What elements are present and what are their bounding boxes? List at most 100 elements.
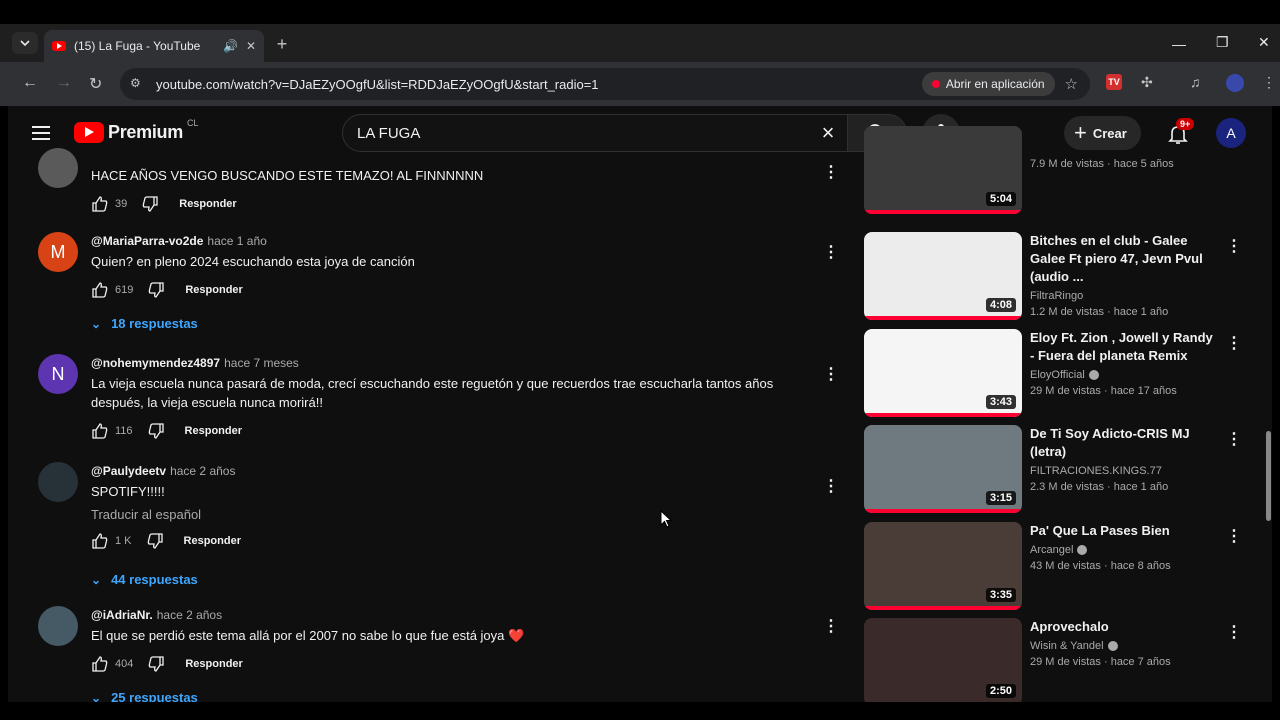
page-scrollbar[interactable] bbox=[1264, 106, 1272, 702]
like-icon[interactable] bbox=[91, 281, 109, 299]
video-title[interactable]: Bitches en el club - Galee Galee Ft pier… bbox=[1030, 232, 1220, 286]
video-thumbnail[interactable]: 3:35 bbox=[864, 522, 1022, 610]
video-thumbnail[interactable]: 3:15 bbox=[864, 425, 1022, 513]
extensions-puzzle-icon[interactable]: ✣ bbox=[1141, 74, 1153, 91]
comment-more-icon[interactable]: ⋮ bbox=[823, 162, 839, 182]
reply-button[interactable]: Responder bbox=[184, 535, 241, 547]
site-info-icon[interactable]: ⚙ bbox=[130, 76, 146, 92]
comment-more-icon[interactable]: ⋮ bbox=[823, 364, 839, 384]
comment-more-icon[interactable]: ⋮ bbox=[823, 242, 839, 262]
reply-button[interactable]: Responder bbox=[185, 425, 242, 437]
search-input[interactable]: LA FUGA × bbox=[342, 114, 848, 152]
channel-name[interactable]: FILTRACIONES.KINGS.77 bbox=[1030, 465, 1220, 477]
reply-button[interactable]: Responder bbox=[185, 284, 242, 296]
browser-tab[interactable]: (15) La Fuga - YouTube 🔊 ✕ bbox=[44, 30, 264, 62]
dislike-icon[interactable] bbox=[147, 422, 165, 440]
open-in-app-button[interactable]: Abrir en aplicación bbox=[921, 72, 1055, 96]
search-query[interactable]: LA FUGA bbox=[357, 125, 809, 142]
profile-avatar-icon[interactable] bbox=[1226, 74, 1244, 92]
tv-extension-icon[interactable]: TV bbox=[1106, 74, 1122, 90]
close-window-button[interactable]: ✕ bbox=[1258, 34, 1270, 51]
related-video-item[interactable]: 3:15 De Ti Soy Adicto-CRIS MJ (letra) FI… bbox=[864, 425, 1244, 515]
comment-avatar[interactable]: N bbox=[38, 354, 78, 394]
view-replies-button[interactable]: ⌄ 25 respuestas bbox=[91, 690, 198, 702]
chevron-down-icon: ⌄ bbox=[91, 316, 102, 331]
video-more-icon[interactable]: ⋮ bbox=[1226, 622, 1242, 642]
video-more-icon[interactable]: ⋮ bbox=[1226, 429, 1242, 449]
comment-more-icon[interactable]: ⋮ bbox=[823, 616, 839, 636]
like-icon[interactable] bbox=[91, 422, 109, 440]
related-video-item[interactable]: 4:08 Bitches en el club - Galee Galee Ft… bbox=[864, 232, 1244, 322]
like-icon[interactable] bbox=[91, 655, 109, 673]
comment-more-icon[interactable]: ⋮ bbox=[823, 476, 839, 496]
scrollbar-thumb[interactable] bbox=[1266, 431, 1271, 521]
minimize-button[interactable]: — bbox=[1172, 36, 1186, 52]
video-title[interactable]: Eloy Ft. Zion , Jowell y Randy - Fuera d… bbox=[1030, 329, 1220, 365]
view-replies-button[interactable]: ⌄ 44 respuestas bbox=[91, 572, 198, 587]
dislike-icon[interactable] bbox=[141, 195, 159, 213]
related-video-item[interactable]: 3:35 Pa' Que La Pases Bien Arcangel 43 M… bbox=[864, 522, 1244, 612]
video-title[interactable]: De Ti Soy Adicto-CRIS MJ (letra) bbox=[1030, 425, 1220, 461]
url-text[interactable]: youtube.com/watch?v=DJaEZyOOgfU&list=RDD… bbox=[156, 77, 922, 92]
video-info: Eloy Ft. Zion , Jowell y Randy - Fuera d… bbox=[1030, 329, 1220, 397]
comment-time[interactable]: hace 2 años bbox=[170, 464, 235, 478]
like-icon[interactable] bbox=[91, 195, 109, 213]
comment-header: @nohemymendez4897 hace 7 meses bbox=[91, 356, 791, 370]
video-more-icon[interactable]: ⋮ bbox=[1226, 236, 1242, 256]
video-thumbnail[interactable]: 4:08 bbox=[864, 232, 1022, 320]
media-control-icon[interactable]: ♫ bbox=[1190, 74, 1201, 90]
video-more-icon[interactable]: ⋮ bbox=[1226, 333, 1242, 353]
comment-avatar[interactable]: M bbox=[38, 232, 78, 272]
like-count: 39 bbox=[115, 198, 128, 210]
like-icon[interactable] bbox=[91, 532, 109, 550]
related-video-item[interactable]: 2:50 Aprovechalo Wisin & Yandel 29 M de … bbox=[864, 618, 1244, 702]
video-thumbnail[interactable]: 3:43 bbox=[864, 329, 1022, 417]
back-button[interactable]: ← bbox=[22, 74, 38, 92]
comment-avatar[interactable] bbox=[38, 462, 78, 502]
video-thumbnail[interactable]: 2:50 bbox=[864, 618, 1022, 702]
dislike-icon[interactable] bbox=[146, 532, 164, 550]
restore-button[interactable]: ❐ bbox=[1216, 34, 1229, 51]
channel-name[interactable]: EloyOfficial bbox=[1030, 369, 1220, 381]
comment-author[interactable]: @Paulydeetv bbox=[91, 464, 166, 478]
comment-avatar[interactable] bbox=[38, 148, 78, 188]
new-tab-button[interactable]: + bbox=[272, 34, 292, 54]
audio-playing-icon[interactable]: 🔊 bbox=[223, 39, 238, 53]
comment-author[interactable]: @nohemymendez4897 bbox=[91, 356, 220, 370]
channel-name[interactable]: FiltraRingo bbox=[1030, 290, 1220, 302]
clear-search-icon[interactable]: × bbox=[809, 120, 847, 146]
related-video-item[interactable]: 3:43 Eloy Ft. Zion , Jowell y Randy - Fu… bbox=[864, 329, 1244, 419]
video-title[interactable]: Pa' Que La Pases Bien bbox=[1030, 522, 1220, 540]
related-video-item[interactable]: 5:04 7.9 M de vistas · hace 5 años bbox=[864, 126, 1244, 216]
comment-author[interactable]: @MariaParra-vo2de bbox=[91, 234, 203, 248]
comment-avatar[interactable] bbox=[38, 606, 78, 646]
comment-time[interactable]: hace 1 año bbox=[207, 234, 266, 248]
video-thumbnail[interactable]: 5:04 bbox=[864, 126, 1022, 214]
dislike-icon[interactable] bbox=[147, 655, 165, 673]
bookmark-star-icon[interactable]: ☆ bbox=[1065, 75, 1078, 93]
comment-author[interactable]: @iAdriaNr. bbox=[91, 608, 153, 622]
browser-menu-icon[interactable]: ⋮ bbox=[1262, 74, 1276, 91]
youtube-premium-logo[interactable]: Premium CL bbox=[74, 118, 198, 143]
omnibox[interactable]: ⚙ youtube.com/watch?v=DJaEZyOOgfU&list=R… bbox=[120, 68, 1090, 100]
reload-button[interactable]: ↻ bbox=[89, 74, 102, 94]
channel-name[interactable]: Wisin & Yandel bbox=[1030, 640, 1220, 652]
comment-time[interactable]: hace 2 años bbox=[157, 608, 222, 622]
comment-time[interactable]: hace 7 meses bbox=[224, 356, 299, 370]
tab-search-button[interactable] bbox=[12, 32, 38, 54]
translate-link[interactable]: Traducir al español bbox=[91, 507, 791, 522]
verified-icon bbox=[1088, 370, 1099, 381]
comment-actions: 619 Responder bbox=[91, 281, 791, 299]
reply-button[interactable]: Responder bbox=[185, 658, 242, 670]
youtube-play-icon bbox=[74, 122, 104, 143]
dislike-icon[interactable] bbox=[147, 281, 165, 299]
chevron-down-icon bbox=[20, 40, 30, 46]
menu-icon[interactable] bbox=[32, 126, 50, 140]
forward-button[interactable]: → bbox=[56, 74, 72, 92]
video-title[interactable]: Aprovechalo bbox=[1030, 618, 1220, 636]
close-tab-icon[interactable]: ✕ bbox=[246, 39, 256, 53]
view-replies-button[interactable]: ⌄ 18 respuestas bbox=[91, 316, 198, 331]
channel-name[interactable]: Arcangel bbox=[1030, 544, 1220, 556]
reply-button[interactable]: Responder bbox=[179, 198, 236, 210]
video-more-icon[interactable]: ⋮ bbox=[1226, 526, 1242, 546]
